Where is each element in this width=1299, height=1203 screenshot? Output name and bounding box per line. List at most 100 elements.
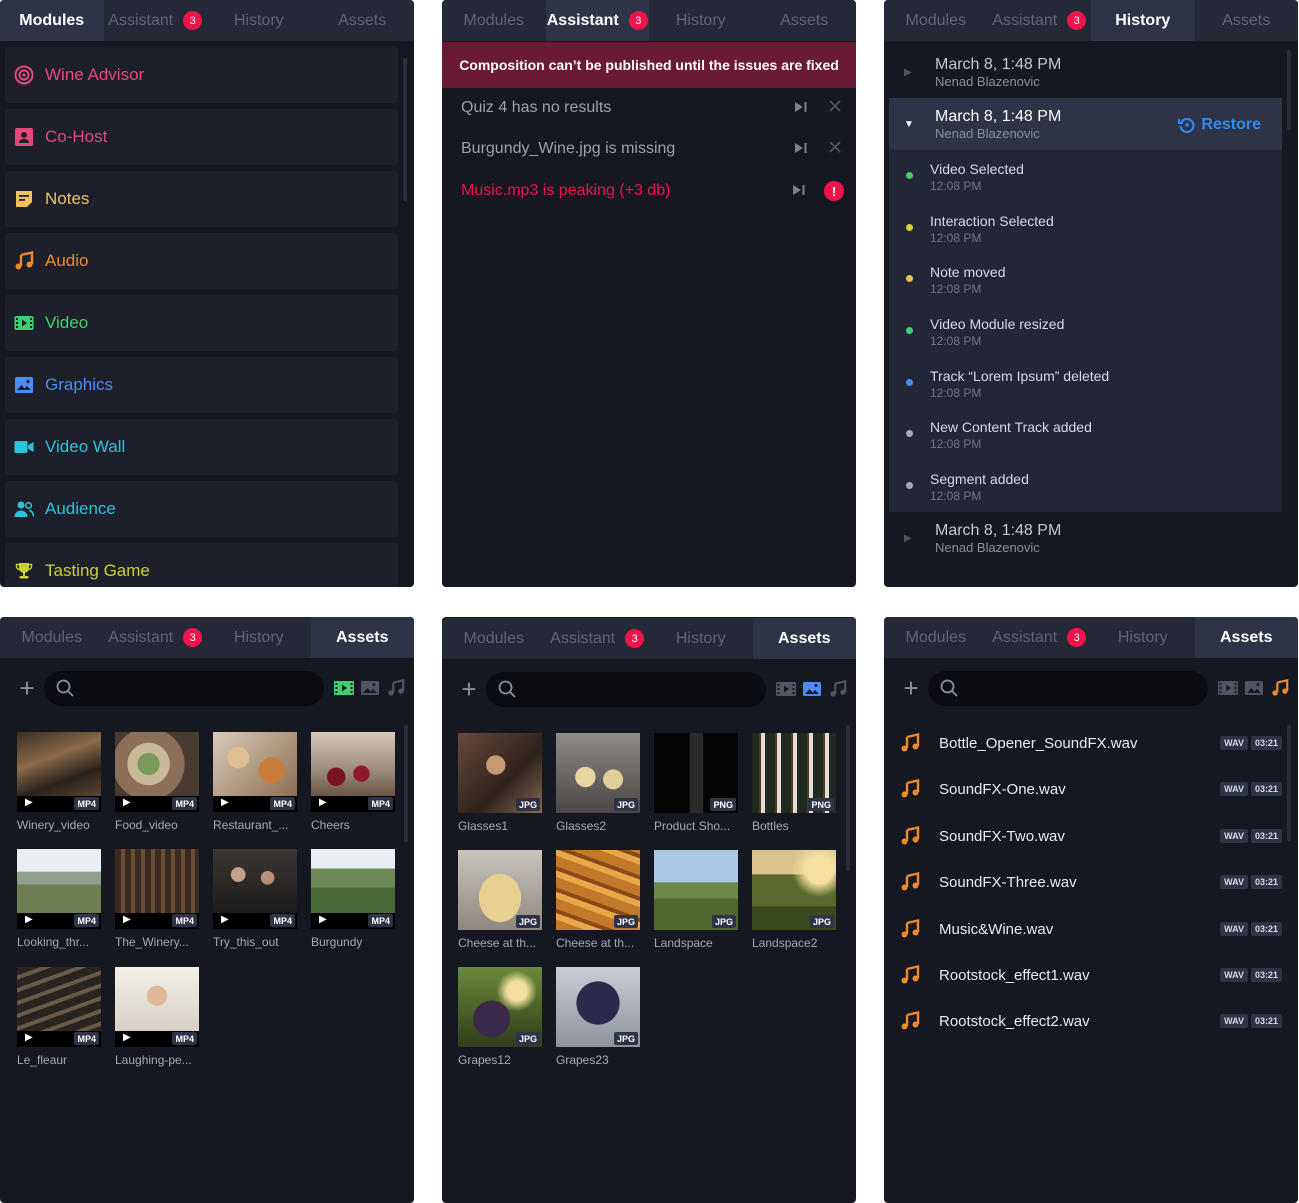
module-video-wall[interactable]: Video Wall (5, 419, 398, 475)
add-asset-icon[interactable]: + (458, 676, 480, 702)
filter-video-icon[interactable] (332, 677, 356, 699)
search-input[interactable] (928, 670, 1208, 706)
history-event[interactable]: Note moved 12:08 PM (889, 253, 1282, 305)
filter-image-icon[interactable] (800, 678, 824, 700)
history-event[interactable]: Video Module resized 12:08 PM (889, 305, 1282, 357)
tab-assistant[interactable]: Assistant 3 (988, 617, 1092, 658)
history-group-header[interactable]: ▼ March 8, 1:48 PM Nenad Blazenovic Resto… (889, 98, 1282, 150)
tab-assistant[interactable]: Assistant 3 (545, 0, 649, 41)
skip-to-icon[interactable] (792, 184, 808, 199)
scrollbar[interactable] (403, 58, 407, 201)
add-asset-icon[interactable]: + (900, 675, 922, 701)
asset-image-item[interactable]: JPG Landspace2 (752, 850, 836, 950)
collapse-arrow-icon[interactable]: ▼ (904, 119, 916, 130)
history-group[interactable]: ▶ March 8, 1:48 PM Nenad Blazenovic (889, 512, 1282, 564)
module-video[interactable]: Video (5, 295, 398, 351)
scrollbar[interactable] (846, 725, 850, 871)
tab-history[interactable]: History (207, 617, 311, 658)
tab-modules[interactable]: Modules (0, 0, 104, 41)
tab-history[interactable]: History (649, 0, 753, 41)
history-group-header[interactable]: ▶ March 8, 1:48 PM Nenad Blazenovic (889, 46, 1282, 98)
module-audio[interactable]: Audio (5, 233, 398, 289)
add-asset-icon[interactable]: + (16, 675, 38, 701)
tab-assistant[interactable]: Assistant 3 (104, 0, 208, 41)
dismiss-icon[interactable] (826, 140, 844, 158)
history-event[interactable]: Track “Lorem Ipsum” deleted 12:08 PM (889, 357, 1282, 409)
asset-video-item[interactable]: ▶ MP4 Food_video (115, 732, 199, 832)
module-notes[interactable]: Notes (5, 171, 398, 227)
asset-image-item[interactable]: JPG Grapes23 (556, 967, 640, 1067)
asset-video-item[interactable]: ▶ MP4 Restaurant_... (213, 732, 297, 832)
skip-to-icon[interactable] (794, 101, 810, 116)
asset-video-item[interactable]: ▶ MP4 Try_this_out (213, 849, 297, 949)
history-group-expanded[interactable]: ▼ March 8, 1:48 PM Nenad Blazenovic Resto… (889, 98, 1282, 512)
asset-image-item[interactable]: JPG Landspace (654, 850, 738, 950)
filter-image-icon[interactable] (358, 677, 382, 699)
module-co-host[interactable]: Co-Host (5, 109, 398, 165)
issue-item[interactable]: Quiz 4 has no results (461, 96, 844, 120)
asset-video-item[interactable]: ▶ MP4 Burgundy (311, 849, 395, 949)
tab-assistant[interactable]: Assistant 3 (104, 617, 208, 658)
scrollbar[interactable] (1287, 50, 1291, 130)
asset-image-item[interactable]: JPG Cheese at th... (458, 850, 542, 950)
audio-asset-item[interactable]: SoundFX-One.wav WAV 03:21 (900, 776, 1282, 802)
search-input[interactable] (486, 671, 766, 707)
history-group-header[interactable]: ▶ March 8, 1:48 PM Nenad Blazenovic (889, 512, 1282, 564)
asset-video-item[interactable]: ▶ MP4 Winery_video (17, 732, 101, 832)
asset-video-item[interactable]: ▶ MP4 Laughing-pe... (115, 967, 199, 1067)
tab-modules[interactable]: Modules (442, 618, 546, 659)
audio-asset-item[interactable]: Rootstock_effect2.wav WAV 03:21 (900, 1008, 1282, 1034)
filter-audio-icon[interactable] (1268, 677, 1292, 699)
tab-assistant[interactable]: Assistant 3 (988, 0, 1092, 41)
history-event[interactable]: New Content Track added 12:08 PM (889, 408, 1282, 460)
skip-to-icon[interactable] (794, 142, 810, 157)
audio-asset-item[interactable]: Bottle_Opener_SoundFX.wav WAV 03:21 (900, 730, 1282, 756)
scrollbar[interactable] (1287, 725, 1291, 841)
tab-assets[interactable]: Assets (1194, 617, 1298, 658)
tab-history[interactable]: History (1091, 617, 1195, 658)
filter-video-icon[interactable] (1216, 677, 1240, 699)
history-event[interactable]: Video Selected 12:08 PM (889, 150, 1282, 202)
issue-item[interactable]: Burgundy_Wine.jpg is missing (461, 137, 844, 161)
asset-video-item[interactable]: ▶ MP4 The_Winery... (115, 849, 199, 949)
tab-modules[interactable]: Modules (884, 617, 988, 658)
tab-assistant[interactable]: Assistant 3 (546, 618, 650, 659)
asset-image-item[interactable]: JPG Cheese at th... (556, 850, 640, 950)
search-input[interactable] (44, 670, 324, 706)
asset-video-item[interactable]: ▶ MP4 Looking_thr... (17, 849, 101, 949)
expand-arrow-icon[interactable]: ▶ (904, 533, 916, 544)
filter-audio-icon[interactable] (384, 677, 408, 699)
issue-item-error[interactable]: Music.mp3 is peaking (+3 db) ! (461, 179, 844, 203)
history-event[interactable]: Interaction Selected 12:08 PM (889, 202, 1282, 254)
history-event[interactable]: Segment added 12:08 PM (889, 460, 1282, 512)
module-audience[interactable]: Audience (5, 481, 398, 537)
filter-image-icon[interactable] (1242, 677, 1266, 699)
asset-image-item[interactable]: PNG Bottles (752, 733, 836, 833)
module-wine-advisor[interactable]: Wine Advisor (5, 47, 398, 103)
tab-assets[interactable]: Assets (1195, 0, 1299, 41)
dismiss-icon[interactable] (826, 99, 844, 117)
tab-assets[interactable]: Assets (753, 0, 857, 41)
tab-modules[interactable]: Modules (884, 0, 988, 41)
tab-modules[interactable]: Modules (0, 617, 104, 658)
tab-history[interactable]: History (649, 618, 753, 659)
scrollbar[interactable] (404, 725, 408, 842)
tab-modules[interactable]: Modules (442, 0, 546, 41)
module-graphics[interactable]: Graphics (5, 357, 398, 413)
tab-history[interactable]: History (1091, 0, 1195, 41)
history-group[interactable]: ▶ March 8, 1:48 PM Nenad Blazenovic (889, 46, 1282, 98)
tab-assets[interactable]: Assets (311, 0, 415, 41)
tab-assets[interactable]: Assets (752, 618, 856, 659)
tab-assets[interactable]: Assets (310, 617, 414, 658)
asset-image-item[interactable]: JPG Glasses1 (458, 733, 542, 833)
audio-asset-item[interactable]: Music&Wine.wav WAV 03:21 (900, 916, 1282, 942)
module-tasting-game[interactable]: Tasting Game (5, 543, 398, 587)
asset-image-item[interactable]: JPG Grapes12 (458, 967, 542, 1067)
expand-arrow-icon[interactable]: ▶ (904, 67, 916, 78)
restore-button[interactable]: Restore (1178, 116, 1261, 134)
asset-video-item[interactable]: ▶ MP4 Cheers (311, 732, 395, 832)
filter-video-icon[interactable] (774, 678, 798, 700)
audio-asset-item[interactable]: SoundFX-Three.wav WAV 03:21 (900, 869, 1282, 895)
audio-asset-item[interactable]: SoundFX-Two.wav WAV 03:21 (900, 823, 1282, 849)
audio-asset-item[interactable]: Rootstock_effect1.wav WAV 03:21 (900, 962, 1282, 988)
